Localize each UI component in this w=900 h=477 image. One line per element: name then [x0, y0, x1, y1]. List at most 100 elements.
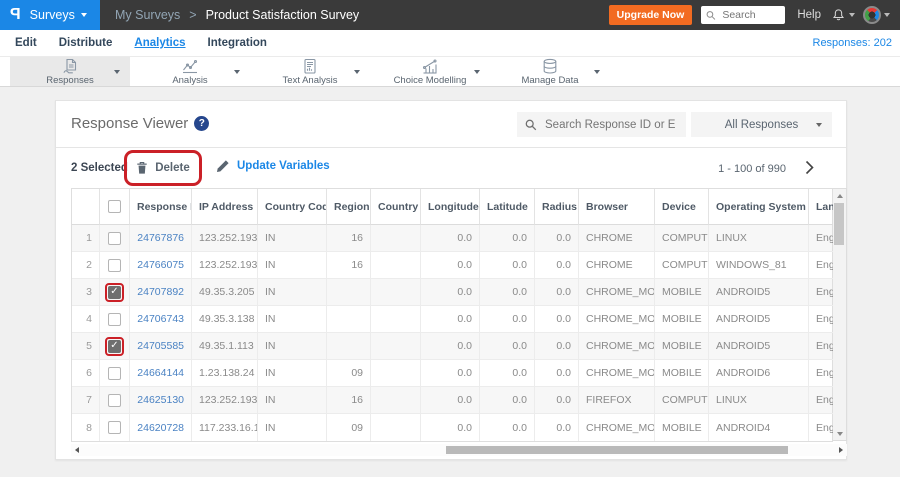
nav-distribute[interactable]: Distribute — [59, 37, 113, 49]
global-search-input[interactable] — [720, 8, 781, 22]
toolbar-responses[interactable]: Responses — [10, 57, 130, 86]
cell-browser: CHROME_MOBILE — [579, 279, 655, 306]
cell-num: 4 — [72, 306, 100, 333]
response-id-link[interactable]: 24767876 — [137, 232, 184, 244]
breadcrumb-parent[interactable]: My Surveys — [115, 8, 180, 22]
cell-radius: 0.0 — [535, 333, 579, 360]
col-header-language[interactable]: Language — [809, 189, 835, 225]
response-id-link[interactable]: 24620728 — [137, 422, 184, 434]
col-header-radius[interactable]: Radius — [535, 189, 579, 225]
col-header-id[interactable]: Response ID — [130, 189, 192, 225]
upgrade-now-button[interactable]: Upgrade Now — [608, 5, 693, 25]
delete-button[interactable]: Delete — [130, 160, 196, 176]
cell-id: 24664144 — [130, 360, 192, 387]
nav-analytics[interactable]: Analytics — [134, 37, 185, 49]
chevron-down-icon[interactable] — [354, 70, 360, 74]
row-checkbox[interactable] — [108, 258, 121, 272]
row-checkbox[interactable] — [108, 393, 121, 407]
col-header-country[interactable]: Country — [371, 189, 421, 225]
scroll-right-arrow[interactable] — [835, 444, 847, 456]
col-header-ip[interactable]: IP Address — [192, 189, 258, 225]
chevron-down-icon[interactable] — [474, 70, 480, 74]
response-search[interactable] — [517, 112, 686, 137]
chevron-down-icon[interactable] — [234, 70, 240, 74]
scroll-down-arrow[interactable] — [833, 427, 846, 440]
app-logo-menu[interactable]: P Surveys — [0, 0, 100, 30]
toolbar-analysis[interactable]: Analysis — [130, 57, 250, 86]
cell-country — [371, 279, 421, 306]
select-all-checkbox[interactable] — [108, 200, 121, 213]
horizontal-scroll-thumb[interactable] — [446, 446, 788, 454]
toolbar-manage-data[interactable]: Manage Data — [490, 57, 610, 86]
row-checkbox[interactable] — [108, 366, 121, 380]
responses-icon — [61, 58, 79, 75]
col-header-region[interactable]: Region — [327, 189, 371, 225]
col-header-device[interactable]: Device — [655, 189, 709, 225]
chevron-down-icon[interactable] — [594, 70, 600, 74]
toolbar-text-analysis[interactable]: Text Analysis — [250, 57, 370, 86]
response-id-link[interactable]: 24664144 — [137, 367, 184, 379]
cell-device: MOBILE — [655, 360, 709, 387]
response-id-link[interactable]: 24705585 — [137, 340, 184, 352]
cell-region: 16 — [327, 387, 371, 414]
table-row: 3 ✓ 24707892 49.35.3.205 IN 0.0 0.0 0.0 CHROME_M… — [72, 279, 835, 306]
next-page-button[interactable] — [805, 160, 814, 180]
cell-radius: 0.0 — [535, 360, 579, 387]
toolbar-choice-modelling[interactable]: Choice Modelling — [370, 57, 490, 86]
response-id-link[interactable]: 24766075 — [137, 259, 184, 271]
cell-id: 24706743 — [130, 306, 192, 333]
col-header-os[interactable]: Operating System — [709, 189, 809, 225]
row-checkbox[interactable] — [108, 231, 121, 245]
selected-count: 2 Selected — [71, 162, 128, 174]
horizontal-scrollbar[interactable] — [71, 444, 847, 456]
toolbar-label: Text Analysis — [282, 75, 338, 87]
cell-longitude: 0.0 — [421, 252, 480, 279]
global-search[interactable] — [701, 6, 786, 24]
response-id-link[interactable]: 24706743 — [137, 313, 184, 325]
row-checkbox[interactable] — [108, 421, 121, 434]
row-checkbox[interactable] — [108, 312, 121, 326]
row-checkbox[interactable]: ✓ — [108, 285, 121, 299]
help-icon[interactable]: ? — [194, 116, 210, 131]
nav-edit[interactable]: Edit — [15, 37, 37, 49]
responses-filter-dropdown[interactable]: All Responses — [691, 112, 832, 137]
breadcrumb: My Surveys > Product Satisfaction Survey — [115, 8, 359, 22]
vertical-scrollbar[interactable] — [833, 188, 847, 441]
cell-device: COMPUTER — [655, 387, 709, 414]
help-link[interactable]: Help — [797, 9, 821, 21]
vertical-scroll-thumb[interactable] — [834, 203, 844, 245]
scroll-up-arrow[interactable] — [833, 189, 846, 202]
responses-count[interactable]: Responses: 202 — [813, 37, 893, 49]
table-grid: Response IDIP AddressCountry CodeRegionC… — [71, 188, 835, 442]
update-variables-button[interactable]: Update Variables — [216, 159, 330, 173]
annotation-highlight: ✓ — [105, 282, 124, 302]
cell-os: ANDROID5 — [709, 306, 809, 333]
cell-longitude: 0.0 — [421, 225, 480, 252]
chevron-down-icon — [884, 13, 890, 17]
cell-os: LINUX — [709, 387, 809, 414]
bulk-action-row: 2 Selected Delete Update Variables 1 - 1… — [56, 148, 846, 188]
response-id-link[interactable]: 24707892 — [137, 286, 184, 298]
chevron-down-icon[interactable] — [114, 70, 120, 74]
col-header-country_code[interactable]: Country Code — [258, 189, 327, 225]
col-header-browser[interactable]: Browser — [579, 189, 655, 225]
cell-ip: 123.252.193.148 — [192, 387, 258, 414]
cell-latitude: 0.0 — [480, 252, 535, 279]
account-menu[interactable] — [863, 6, 890, 24]
cell-num: 2 — [72, 252, 100, 279]
table-body: 124767876123.252.193.148IN160.00.00.0CHR… — [72, 225, 835, 441]
row-checkbox[interactable]: ✓ — [108, 339, 121, 353]
response-id-link[interactable]: 24625130 — [137, 394, 184, 406]
notifications-button[interactable] — [831, 8, 855, 23]
scroll-left-arrow[interactable] — [71, 444, 83, 456]
cell-country_code: IN — [258, 414, 327, 441]
cell-num: 1 — [72, 225, 100, 252]
nav-integration[interactable]: Integration — [208, 37, 267, 49]
cell-region — [327, 333, 371, 360]
col-header-latitude[interactable]: Latitude — [480, 189, 535, 225]
table-row: 124767876123.252.193.148IN160.00.00.0CHR… — [72, 225, 835, 252]
cell-ip: 123.252.193.148 — [192, 252, 258, 279]
annotation-highlight: ✓ — [105, 336, 124, 356]
col-header-longitude[interactable]: Longitude — [421, 189, 480, 225]
response-search-input[interactable] — [543, 117, 678, 132]
